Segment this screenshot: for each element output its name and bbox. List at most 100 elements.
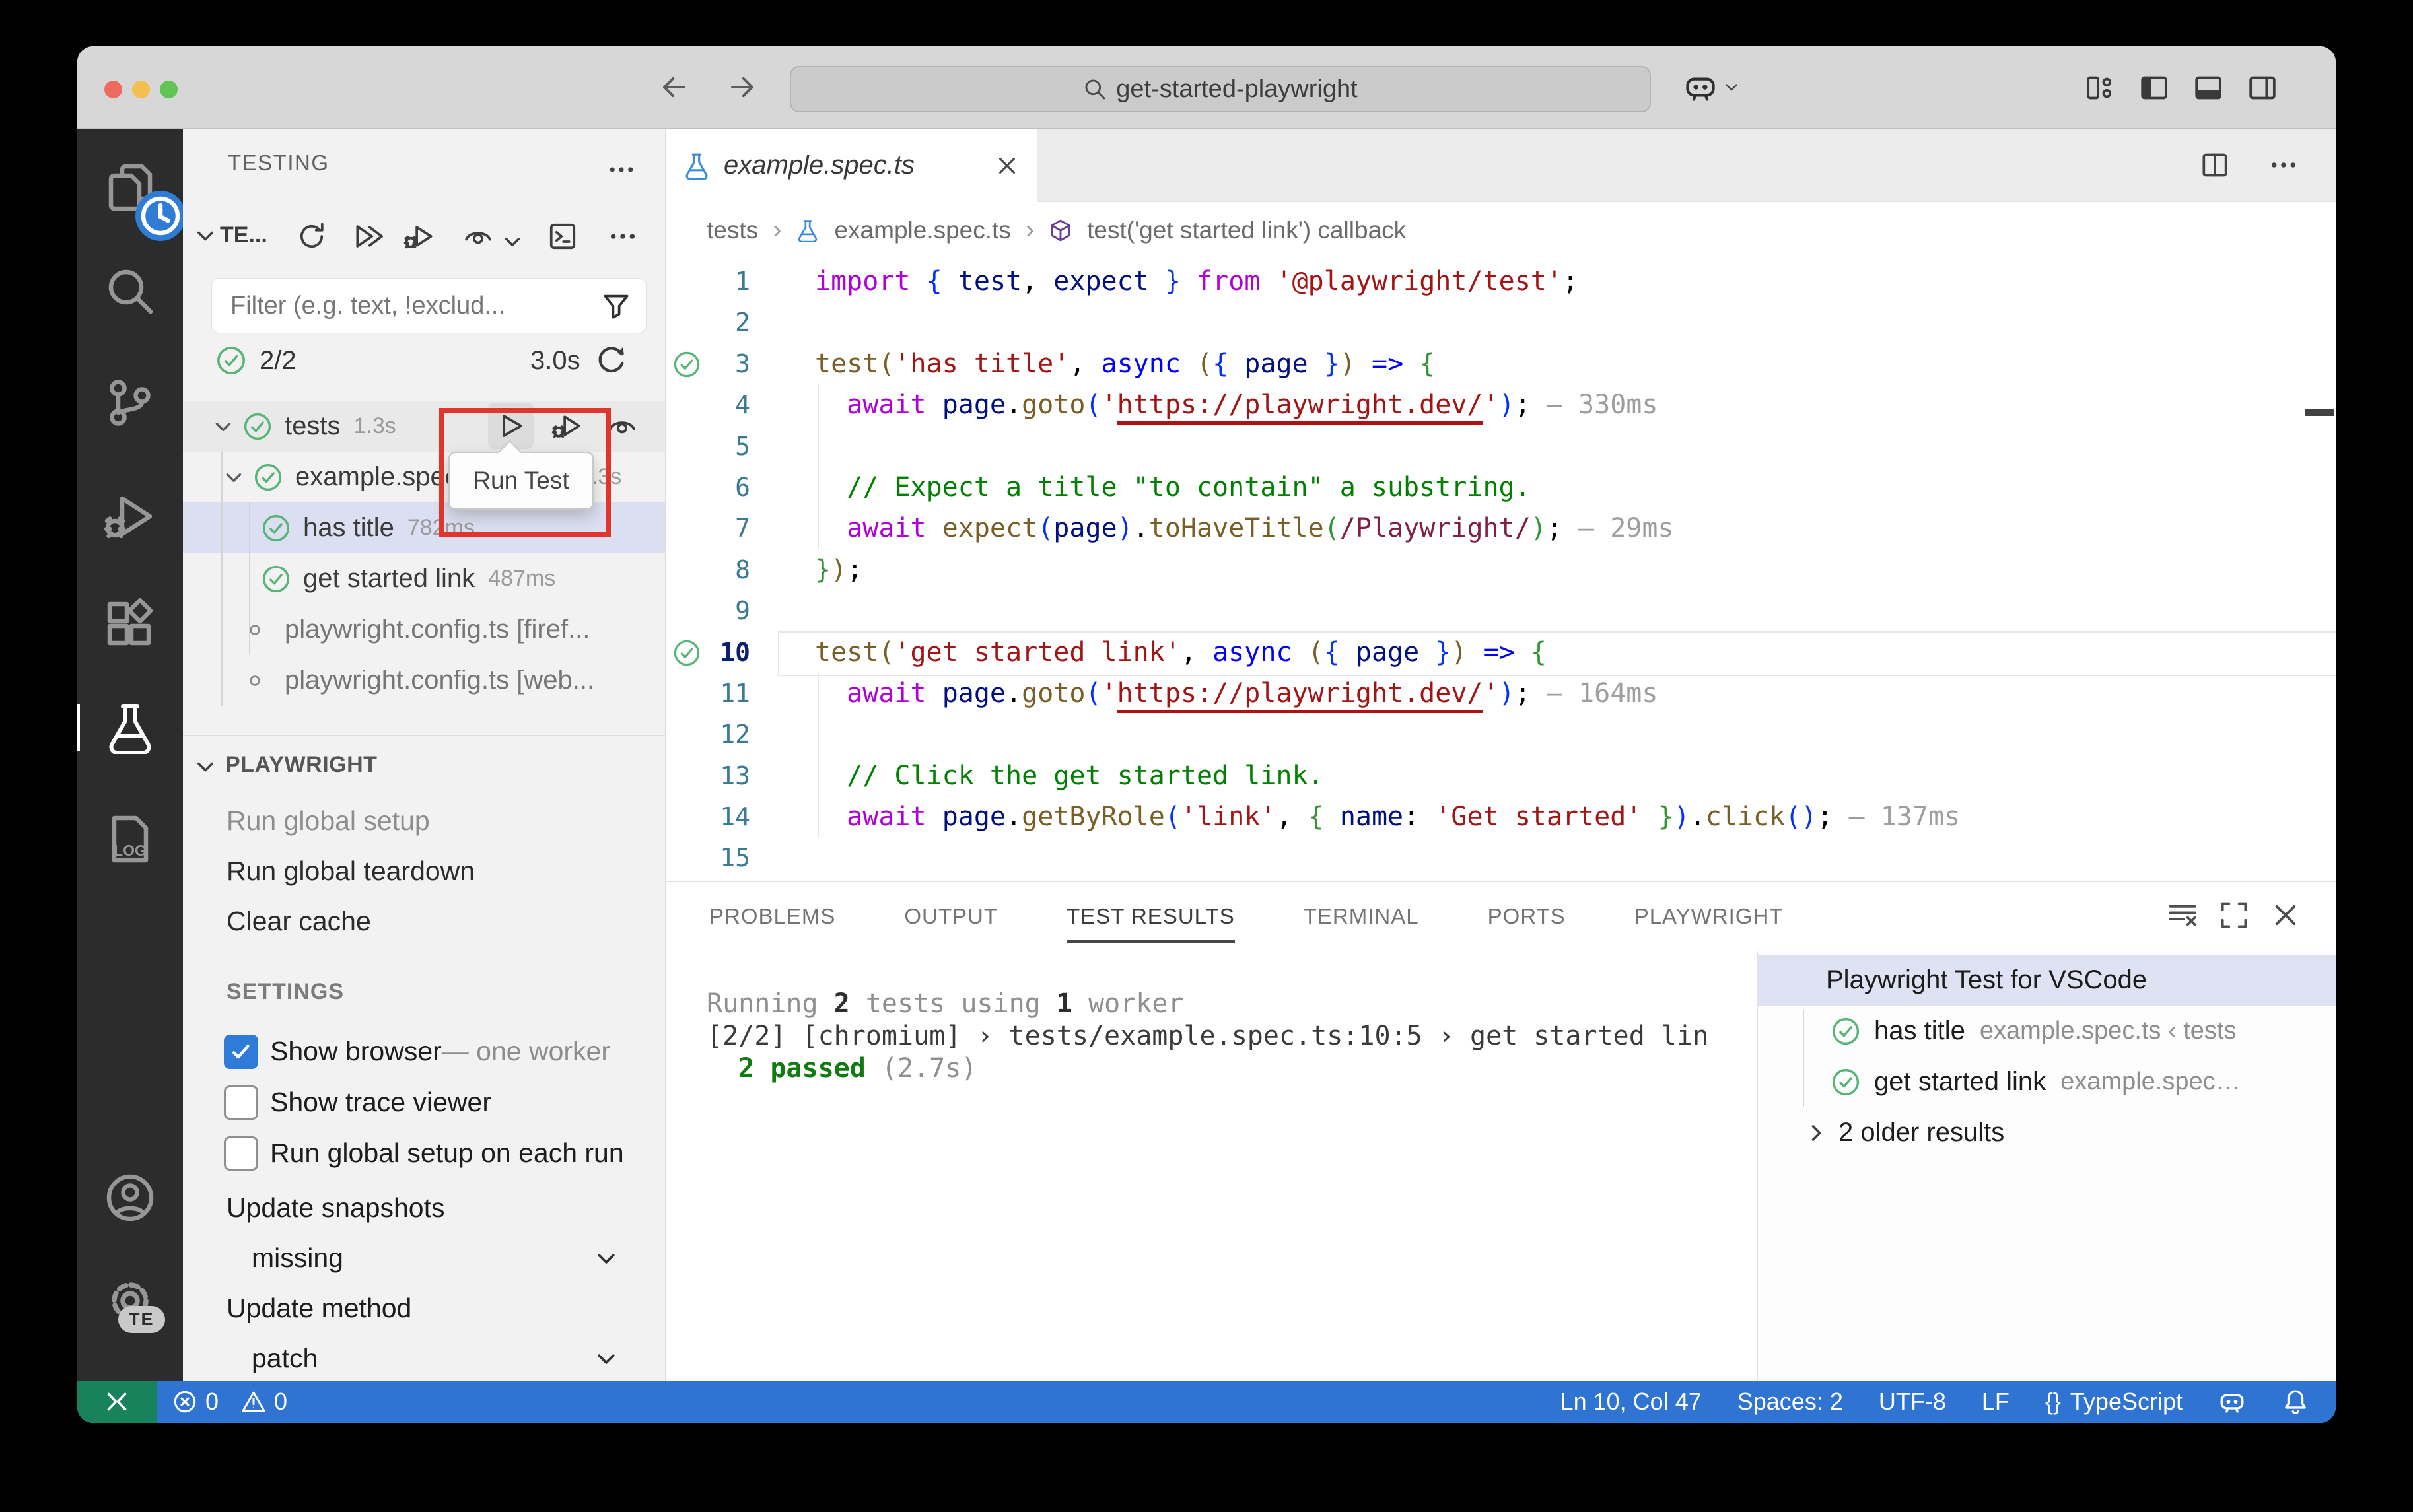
pass-icon	[672, 638, 701, 668]
test-tree-row[interactable]: get started link487ms	[183, 553, 665, 604]
panel-tab-problems[interactable]: PROBLEMS	[709, 882, 835, 951]
test-tree-row[interactable]: has title782ms	[183, 502, 665, 553]
remote-indicator[interactable]	[77, 1381, 157, 1423]
problems-status[interactable]: 0 0	[172, 1388, 287, 1416]
copilot-status-icon[interactable]	[2218, 1388, 2246, 1416]
source-control-icon[interactable]	[104, 376, 157, 429]
language-mode[interactable]: {} TypeScript	[2045, 1388, 2183, 1416]
test-summary-row: 2/2 3.0s	[183, 341, 665, 380]
rerun-icon[interactable]	[594, 343, 628, 378]
cursor-position[interactable]: Ln 10, Col 47	[1560, 1388, 1702, 1416]
debug-test-button[interactable]	[543, 403, 590, 449]
panel-tab-ports[interactable]: PORTS	[1488, 882, 1566, 951]
test-results-output[interactable]: Running 2 tests using 1 worker[2/2] [chr…	[666, 951, 1757, 1381]
breadcrumb-folder[interactable]: tests	[707, 217, 758, 244]
playwright-section-header[interactable]: PLAYWRIGHT	[183, 747, 665, 789]
toggle-secondary-sidebar-icon[interactable]	[2247, 73, 2278, 103]
setting-select-label: Update method	[183, 1283, 665, 1333]
playwright-action[interactable]: Run global teardown	[183, 846, 665, 896]
zoom-window-button[interactable]	[160, 81, 178, 98]
checkbox[interactable]	[224, 1035, 258, 1069]
test-filter[interactable]	[211, 278, 647, 333]
split-editor-icon[interactable]	[2200, 150, 2230, 180]
code-editor[interactable]: 1import { test, expect } from '@playwrig…	[666, 258, 2336, 881]
test-tree-row[interactable]: playwright.config.ts [firef...	[183, 604, 665, 655]
playwright-action[interactable]: Run global setup	[183, 796, 665, 846]
checkbox[interactable]	[224, 1085, 258, 1120]
autorun-watch-icon[interactable]	[463, 221, 493, 252]
results-run-header[interactable]: Playwright Test for VSCode	[1758, 955, 2336, 1006]
code-text: import { test, expect } from '@playwrigh…	[666, 261, 2336, 302]
settings-gear-icon[interactable]: TE	[104, 1274, 157, 1327]
pass-circle-icon	[215, 345, 247, 376]
playwright-action[interactable]: Clear cache	[183, 896, 665, 946]
debug-all-tests-icon[interactable]	[403, 221, 434, 252]
close-tab-icon[interactable]	[995, 153, 1020, 178]
clear-output-icon[interactable]	[2167, 899, 2198, 931]
search-view-icon[interactable]	[104, 265, 157, 318]
panel-tab-test-results[interactable]: TEST RESULTS	[1067, 882, 1235, 951]
back-icon[interactable]	[658, 71, 690, 103]
maximize-panel-icon[interactable]	[2218, 899, 2250, 931]
setting-checkbox-row[interactable]: Run global setup on each run	[183, 1128, 665, 1179]
customize-layout-icon[interactable]	[2085, 73, 2115, 103]
forward-icon[interactable]	[726, 71, 758, 103]
editor-group: example.spec.ts tests › example.spec.ts …	[666, 129, 2336, 1381]
indentation[interactable]: Spaces: 2	[1737, 1388, 1843, 1416]
breadcrumb-file[interactable]: example.spec.ts	[834, 217, 1010, 244]
editor-more-actions-icon[interactable]	[2268, 150, 2299, 180]
test-label: playwright.config.ts [web...	[285, 666, 594, 695]
show-test-output-icon[interactable]	[547, 221, 578, 252]
extensions-icon[interactable]	[104, 597, 157, 650]
setting-suffix: — one worker	[442, 1036, 610, 1067]
older-results-row[interactable]: 2 older results	[1758, 1107, 2336, 1158]
run-all-tests-icon[interactable]	[353, 221, 384, 252]
account-icon	[104, 1171, 157, 1224]
checkbox[interactable]	[224, 1136, 258, 1171]
setting-checkbox-row[interactable]: Show trace viewer	[183, 1077, 665, 1128]
filter-icon[interactable]	[601, 291, 631, 321]
testing-icon[interactable]	[104, 701, 157, 754]
sidebar-more-actions-icon[interactable]	[607, 155, 636, 184]
test-tree-row[interactable]: playwright.config.ts [web...	[183, 655, 665, 706]
setting-select[interactable]: patch	[183, 1333, 665, 1381]
copilot-menu[interactable]	[1683, 70, 1740, 104]
eol-sequence[interactable]: LF	[1982, 1388, 2010, 1416]
watch-test-button[interactable]	[599, 403, 645, 449]
toggle-panel-icon[interactable]	[2193, 73, 2223, 103]
breadcrumb-symbol[interactable]: test('get started link') callback	[1087, 217, 1406, 244]
setting-select[interactable]: missing	[183, 1233, 665, 1283]
result-row[interactable]: get started linkexample.spec…	[1758, 1056, 2336, 1107]
run-duration: 3.0s	[530, 346, 580, 376]
account-icon[interactable]	[104, 1171, 157, 1224]
toggle-primary-sidebar-icon[interactable]	[2139, 73, 2169, 103]
run-and-debug-icon[interactable]	[104, 490, 157, 543]
command-center-search[interactable]: get-started-playwright	[790, 66, 1651, 112]
explorer-icon[interactable]	[104, 162, 157, 215]
test-tree-row[interactable]: tests1.3s	[183, 401, 665, 452]
results-indent-guide	[1803, 1010, 1804, 1107]
setting-checkbox-row[interactable]: Show browser— one worker	[183, 1026, 665, 1077]
section-divider	[183, 735, 665, 736]
panel-tab-playwright[interactable]: PLAYWRIGHT	[1634, 882, 1784, 951]
close-window-button[interactable]	[104, 81, 122, 98]
minimize-window-button[interactable]	[132, 81, 150, 98]
language-label: TypeScript	[2070, 1388, 2183, 1416]
watch-dropdown-icon[interactable]	[501, 226, 524, 257]
view-more-actions-icon[interactable]	[608, 221, 638, 252]
setting-select-value: patch	[252, 1343, 318, 1374]
panel-tab-output[interactable]: OUTPUT	[904, 882, 998, 951]
encoding[interactable]: UTF-8	[1879, 1388, 1946, 1416]
chevron-down-icon	[223, 466, 245, 489]
tab-example-spec[interactable]: example.spec.ts	[666, 129, 1037, 202]
output-log-icon[interactable]: LOG	[104, 813, 157, 866]
close-panel-icon[interactable]	[2270, 899, 2301, 931]
notifications-bell-icon[interactable]	[2282, 1388, 2309, 1416]
result-row[interactable]: has titleexample.spec.ts ‹ tests	[1758, 1006, 2336, 1056]
refresh-tests-icon[interactable]	[297, 221, 327, 252]
panel-tab-terminal[interactable]: TERMINAL	[1304, 882, 1419, 951]
test-filter-input[interactable]	[212, 291, 601, 321]
sidebar-title: TESTING	[228, 151, 330, 176]
section-collapse-icon[interactable]	[193, 224, 217, 248]
setting-label: Show browser	[270, 1036, 442, 1067]
